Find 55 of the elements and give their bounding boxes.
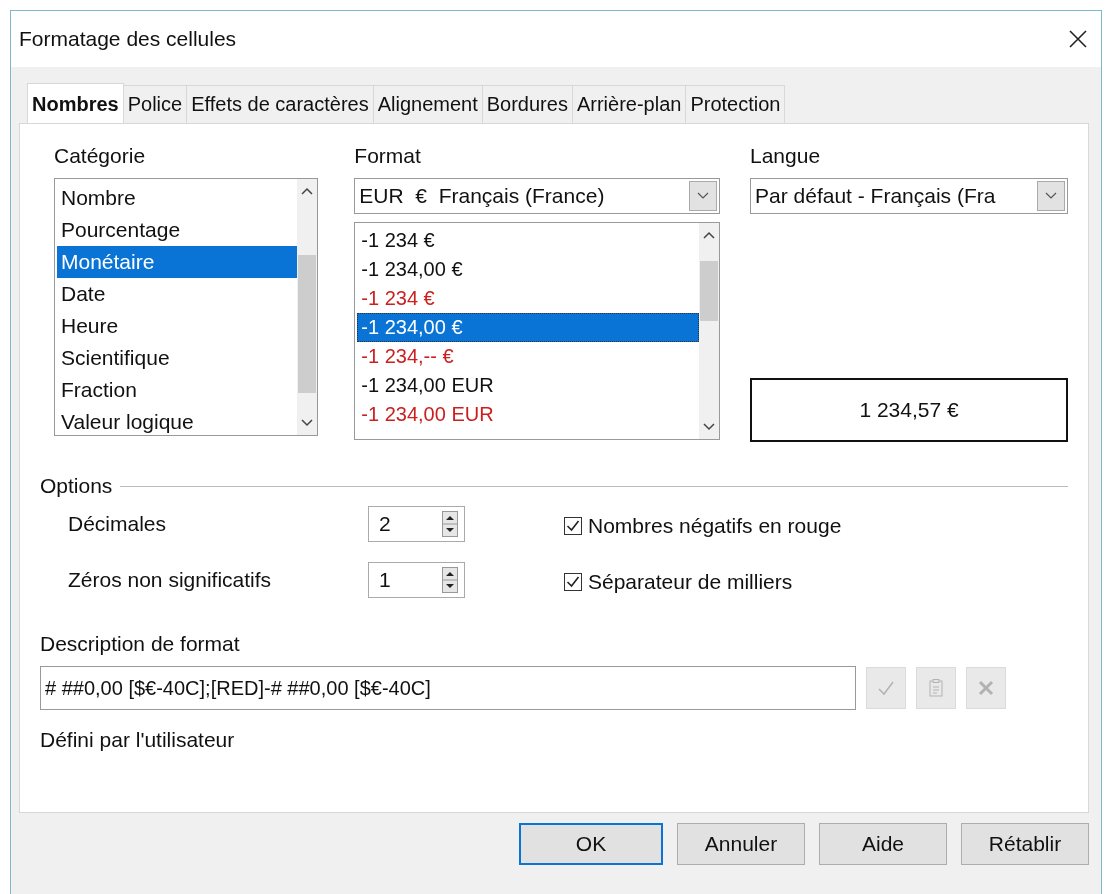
tab[interactable]: Nombres <box>27 83 124 123</box>
category-item[interactable]: Heure <box>57 310 298 342</box>
field-label: Zéros non significatifs <box>68 568 273 592</box>
chevron-down-icon <box>1045 192 1057 200</box>
format-code-field[interactable]: # ##0,00 [$€-40C];[RED]-# ##0,00 [$€-40C] <box>40 666 856 710</box>
scrollbar[interactable] <box>699 223 719 439</box>
category-item[interactable]: Monétaire <box>57 246 298 278</box>
category-item[interactable]: Date <box>57 278 298 310</box>
format-item[interactable]: -1 234,-- € <box>357 342 699 371</box>
currency-dropdown[interactable]: EUR € Français (France) <box>354 178 720 214</box>
options-label: Options <box>40 474 113 498</box>
checkbox-label[interactable]: Séparateur de milliers <box>588 570 793 594</box>
format-item[interactable]: -1 234 € <box>357 284 699 313</box>
chevron-up-icon[interactable] <box>703 231 715 239</box>
tab[interactable]: Protection <box>685 85 786 123</box>
format-label: Format <box>354 144 422 168</box>
dialog-button[interactable]: Annuler <box>677 823 805 865</box>
category-item[interactable]: Fraction <box>57 374 298 406</box>
scrollbar[interactable] <box>297 179 318 435</box>
category-item[interactable]: Pourcentage <box>57 214 298 246</box>
format-item[interactable]: -1 234,00 € <box>357 255 699 284</box>
category-item[interactable]: Scientifique <box>57 342 298 374</box>
ok-button[interactable]: OK <box>519 823 663 865</box>
format-description: Défini par l'utilisateur <box>40 728 236 752</box>
clipboard-icon <box>926 678 946 698</box>
format-item[interactable]: -1 234 € <box>357 226 699 255</box>
category-item[interactable]: Nombre <box>57 182 298 214</box>
chevron-down-icon[interactable] <box>301 419 314 427</box>
spin-arrows-icon[interactable] <box>442 511 458 537</box>
checkbox[interactable] <box>564 517 582 535</box>
chevron-down-icon[interactable] <box>703 423 715 431</box>
x-mark-icon <box>976 678 996 698</box>
format-item[interactable]: -1 234,00 EUR <box>357 371 699 400</box>
category-label: Catégorie <box>54 144 147 168</box>
window-title: Formatage des cellules <box>19 27 237 51</box>
dialog-button[interactable]: Rétablir <box>961 823 1089 865</box>
language-dropdown[interactable]: Par défaut - Français (Fra <box>750 178 1068 214</box>
category-list[interactable]: Nombre Pourcentage Monétaire Date Heure Scientifique Fraction Valeur logique <box>54 178 319 436</box>
format-preview: 1 234,57 € <box>750 378 1068 442</box>
checkbox[interactable] <box>564 573 582 591</box>
close-icon[interactable] <box>1069 30 1087 48</box>
format-item[interactable]: -1 234,00 EUR <box>357 400 699 429</box>
language-label: Langue <box>750 144 822 168</box>
checkbox-label[interactable]: Nombres négatifs en rouge <box>588 514 842 538</box>
format-list[interactable]: -1 234 € -1 234,00 € -1 234 € -1 234,00 € -1 234,-- € -1 234,00 EUR -1 234,00 EUR <box>354 222 720 440</box>
field-label: Décimales <box>68 512 168 536</box>
chevron-down-icon <box>697 192 709 200</box>
spin-field[interactable]: 1 <box>368 562 465 598</box>
format-code-label: Description de format <box>40 632 241 656</box>
category-item[interactable]: Valeur logique <box>57 406 298 438</box>
format-item[interactable]: -1 234,00 € <box>357 313 699 342</box>
spin-field[interactable]: 2 <box>368 506 465 542</box>
dialog-button[interactable]: Aide <box>819 823 947 865</box>
spin-arrows-icon[interactable] <box>442 567 458 593</box>
chevron-up-icon[interactable] <box>301 187 314 195</box>
